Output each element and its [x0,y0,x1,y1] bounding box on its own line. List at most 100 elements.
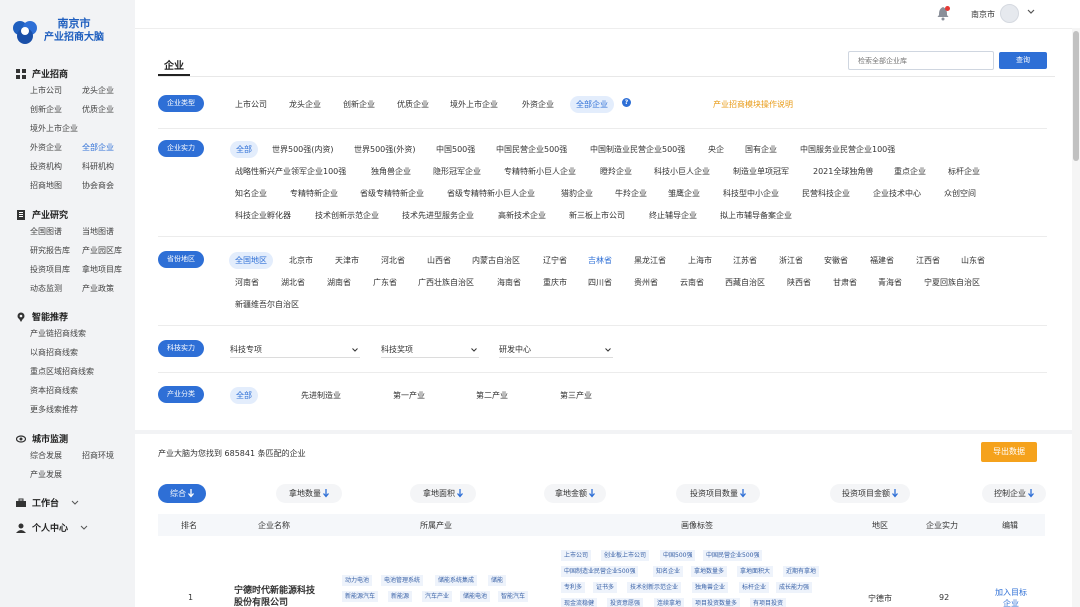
current-city[interactable]: 南京市 [971,9,995,20]
region-option[interactable]: 山西省 [427,255,451,266]
region-option[interactable]: 贵州省 [634,277,658,288]
region-option[interactable]: 湖北省 [281,277,305,288]
nav-section-industry-invest[interactable]: 产业招商 [16,67,68,80]
nav-item-quality[interactable]: 优质企业 [82,104,114,115]
strength-option[interactable]: 2021全球独角兽 [813,166,873,177]
industry-chip[interactable]: 智能汽车 [498,591,529,602]
region-option[interactable]: 广东省 [373,277,397,288]
strength-option[interactable]: 世界500强(内资) [272,144,334,155]
strength-option[interactable]: 省级专精特新小巨人企业 [447,188,535,199]
nav-item-listed[interactable]: 上市公司 [30,85,62,96]
nav-item-more-leads[interactable]: 更多线索推荐 [30,404,78,415]
strength-option[interactable]: 拟上市辅导备案企业 [720,210,792,221]
region-option[interactable]: 浙江省 [779,255,803,266]
search-button[interactable]: 查询 [999,52,1047,69]
strength-option[interactable]: 专精特新企业 [290,188,338,199]
region-option[interactable]: 陕西省 [787,277,811,288]
scrollbar-thumb[interactable] [1073,31,1079,161]
strength-option[interactable]: 科技企业孵化器 [235,210,291,221]
strength-option[interactable]: 标杆企业 [948,166,980,177]
industry-option[interactable]: 第一产业 [393,390,425,401]
export-button[interactable]: 导出数据 [981,442,1037,462]
nav-item-leading[interactable]: 龙头企业 [82,85,114,96]
type-option[interactable]: 外资企业 [522,99,554,110]
region-option[interactable]: 河北省 [381,255,405,266]
add-target-link[interactable]: 加入目标企业 [995,587,1027,607]
region-option[interactable]: 安徽省 [824,255,848,266]
strength-option[interactable]: 中国民营企业500强 [496,144,567,155]
region-option[interactable]: 海南省 [497,277,521,288]
region-option[interactable]: 云南省 [680,277,704,288]
type-option-selected[interactable]: 全部企业 [570,96,614,113]
region-option[interactable]: 天津市 [335,255,359,266]
strength-option[interactable]: 技术先进型服务企业 [402,210,474,221]
nav-item-land-projects[interactable]: 拿地项目库 [82,264,122,275]
strength-option[interactable]: 猎豹企业 [561,188,593,199]
region-option-selected[interactable]: 全国地区 [229,252,273,269]
sort-button[interactable]: 综合 [158,484,206,503]
strength-option[interactable]: 隐形冠军企业 [433,166,481,177]
strength-option[interactable]: 国有企业 [745,144,777,155]
nav-item-invest-map[interactable]: 招商地图 [30,180,62,191]
sort-button[interactable]: 投资项目金额 [830,484,910,503]
industry-option[interactable]: 先进制造业 [301,390,341,401]
nav-item-capital-leads[interactable]: 资本招商线索 [30,385,78,396]
sort-button[interactable]: 拿地面积 [410,484,476,503]
industry-chip[interactable]: 储能 [488,575,507,586]
region-option[interactable]: 河南省 [235,277,259,288]
nav-item-innovative[interactable]: 创新企业 [30,104,62,115]
strength-option-selected[interactable]: 全部 [230,141,258,158]
type-option[interactable]: 优质企业 [397,99,429,110]
nav-item-region-leads[interactable]: 重点区域招商线索 [30,366,94,377]
sort-button[interactable]: 投资项目数量 [676,484,760,503]
nav-item-foreign[interactable]: 外资企业 [30,142,62,153]
row-company-name[interactable]: 宁德时代新能源科技股份有限公司 [234,585,320,607]
nav-item-industry-dev[interactable]: 产业发展 [30,469,62,480]
scrollbar[interactable] [1072,28,1080,607]
nav-item-all-companies[interactable]: 全部企业 [82,142,114,153]
strength-option[interactable]: 终止辅导企业 [649,210,697,221]
nav-item-national-map[interactable]: 全国图谱 [30,226,62,237]
nav-section-personal[interactable]: 个人中心 [16,521,88,534]
select-tech-project[interactable]: 科技专项 [230,344,360,358]
region-option[interactable]: 上海市 [688,255,712,266]
region-option[interactable]: 黑龙江省 [634,255,666,266]
select-tech-award[interactable]: 科技奖项 [381,344,479,358]
region-option[interactable]: 甘肃省 [833,277,857,288]
region-option[interactable]: 西藏自治区 [725,277,765,288]
strength-option[interactable]: 战略性新兴产业领军企业100强 [235,166,346,177]
tab-enterprise[interactable]: 企业 [164,57,184,72]
nav-item-local-map[interactable]: 当地图谱 [82,226,114,237]
region-option[interactable]: 福建省 [870,255,894,266]
region-option[interactable]: 内蒙古自治区 [472,255,520,266]
region-option[interactable]: 广西壮族自治区 [418,277,474,288]
industry-chip[interactable]: 汽车产业 [422,591,453,602]
help-icon[interactable]: ? [622,98,631,107]
strength-option[interactable]: 中国500强 [436,144,475,155]
nav-item-overall[interactable]: 综合发展 [30,450,62,461]
region-option[interactable]: 四川省 [588,277,612,288]
region-option[interactable]: 湖南省 [327,277,351,288]
nav-item-environment[interactable]: 招商环境 [82,450,114,461]
region-option[interactable]: 重庆市 [543,277,567,288]
type-option[interactable]: 龙头企业 [289,99,321,110]
nav-item-reports[interactable]: 研究报告库 [30,245,70,256]
strength-option[interactable]: 制造业单项冠军 [733,166,789,177]
strength-option[interactable]: 省级专精特新企业 [360,188,424,199]
sort-button[interactable]: 控制企业 [982,484,1046,503]
nav-item-research-inst[interactable]: 科研机构 [82,161,114,172]
nav-item-associations[interactable]: 协会商会 [82,180,114,191]
industry-option[interactable]: 第三产业 [560,390,592,401]
region-option[interactable]: 山东省 [961,255,985,266]
industry-chip[interactable]: 新能源汽车 [342,591,379,602]
strength-option[interactable]: 科技小巨人企业 [654,166,710,177]
notification-bell[interactable] [936,6,950,21]
strength-option[interactable]: 雏鹰企业 [668,188,700,199]
strength-option[interactable]: 民营科技企业 [802,188,850,199]
type-option[interactable]: 创新企业 [343,99,375,110]
nav-item-monitoring[interactable]: 动态监测 [30,283,62,294]
strength-option[interactable]: 新三板上市公司 [569,210,625,221]
industry-option-selected[interactable]: 全部 [230,387,258,404]
strength-option[interactable]: 中国制造业民营企业500强 [590,144,685,155]
strength-option[interactable]: 众创空间 [944,188,976,199]
